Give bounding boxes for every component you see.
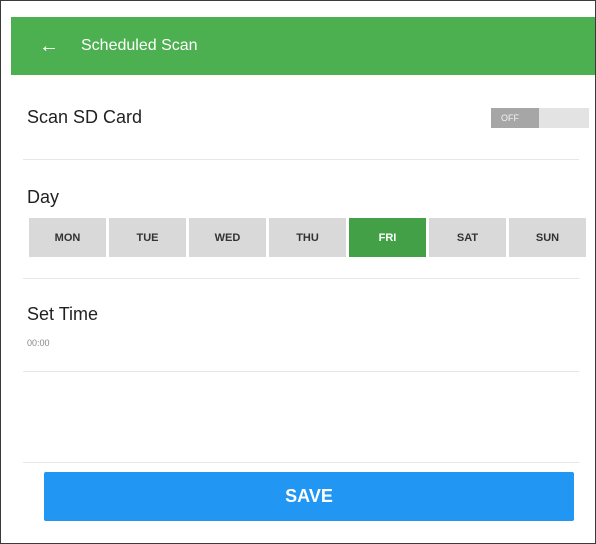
day-button-mon[interactable]: MON <box>29 218 106 257</box>
scan-sd-card-toggle[interactable]: OFF <box>491 108 589 128</box>
divider <box>23 371 579 372</box>
day-button-sat[interactable]: SAT <box>429 218 506 257</box>
toggle-state-label: OFF <box>491 108 539 128</box>
day-button-wed[interactable]: WED <box>189 218 266 257</box>
day-button-fri[interactable]: FRI <box>349 218 426 257</box>
divider <box>23 278 579 279</box>
save-button[interactable]: SAVE <box>44 472 574 521</box>
arrow-left-icon: ← <box>39 35 59 57</box>
day-label: Day <box>27 187 60 207</box>
app-bar: ← Scheduled Scan <box>11 17 595 75</box>
page-title: Scheduled Scan <box>81 37 198 54</box>
back-button[interactable]: ← <box>37 31 61 61</box>
day-button-tue[interactable]: TUE <box>109 218 186 257</box>
app-window: ← Scheduled Scan Scan SD Card OFF Day MO… <box>0 0 596 544</box>
set-time-label[interactable]: Set Time <box>27 304 98 325</box>
divider <box>23 462 579 463</box>
day-button-thu[interactable]: THU <box>269 218 346 257</box>
time-value[interactable]: 00:00 <box>27 338 50 348</box>
day-selector: MON TUE WED THU FRI SAT SUN <box>29 218 586 257</box>
day-button-sun[interactable]: SUN <box>509 218 586 257</box>
divider <box>23 159 579 160</box>
scan-sd-card-label: Scan SD Card <box>27 107 143 127</box>
